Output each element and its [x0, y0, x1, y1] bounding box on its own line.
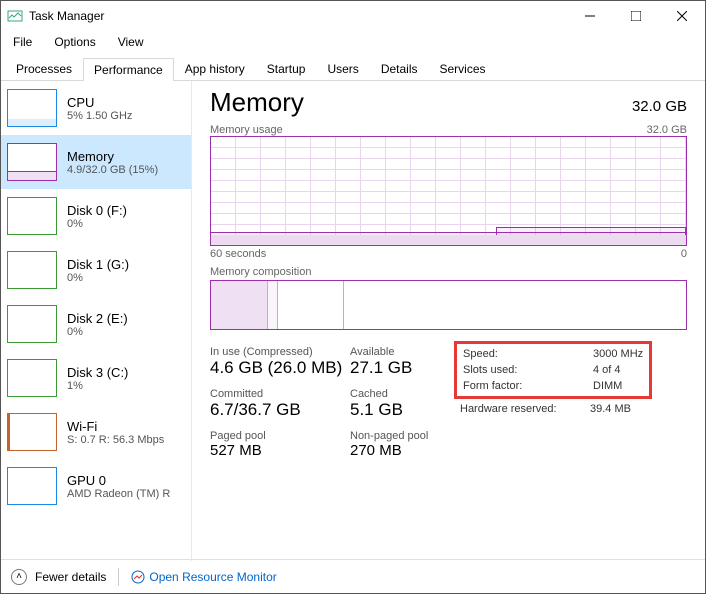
committed-label: Committed [210, 388, 350, 400]
separator [118, 568, 119, 586]
sidebar[interactable]: CPU5% 1.50 GHz Memory4.9/32.0 GB (15%) D… [1, 81, 192, 561]
menubar: File Options View [1, 31, 705, 53]
axis-left: 60 seconds [210, 248, 266, 260]
axis-right: 0 [681, 248, 687, 260]
footer: ˄ Fewer details Open Resource Monitor [1, 559, 705, 593]
menu-options[interactable]: Options [50, 33, 99, 51]
available-label: Available [350, 346, 450, 358]
sidebar-sub: AMD Radeon (TM) R [67, 488, 170, 500]
sidebar-item-disk0[interactable]: Disk 0 (F:)0% [1, 189, 191, 243]
sidebar-sub: 0% [67, 272, 129, 284]
sidebar-label: Disk 1 (G:) [67, 257, 129, 272]
cached-value: 5.1 GB [350, 400, 450, 420]
memory-thumb-icon [7, 143, 57, 181]
sidebar-item-disk1[interactable]: Disk 1 (G:)0% [1, 243, 191, 297]
minimize-button[interactable] [567, 1, 613, 31]
app-icon [7, 8, 23, 24]
slots-value: 4 of 4 [593, 364, 621, 376]
titlebar: Task Manager [1, 1, 705, 31]
resmon-label: Open Resource Monitor [149, 570, 276, 584]
window-title: Task Manager [29, 9, 567, 23]
disk-thumb-icon [7, 305, 57, 343]
committed-value: 6.7/36.7 GB [210, 400, 350, 420]
nonpaged-label: Non-paged pool [350, 430, 450, 442]
menu-file[interactable]: File [9, 33, 36, 51]
sidebar-item-cpu[interactable]: CPU5% 1.50 GHz [1, 81, 191, 135]
menu-view[interactable]: View [114, 33, 148, 51]
sidebar-label: Memory [67, 149, 158, 164]
detail-pane: Memory 32.0 GB Memory usage 32.0 GB 60 s… [192, 81, 705, 561]
tab-startup[interactable]: Startup [256, 57, 317, 80]
highlight-box: Speed:3000 MHz Slots used:4 of 4 Form fa… [454, 341, 652, 399]
form-value: DIMM [593, 380, 622, 392]
sidebar-sub: S: 0.7 R: 56.3 Mbps [67, 434, 164, 446]
resmon-icon [131, 570, 145, 584]
usage-label: Memory usage [210, 124, 283, 136]
sidebar-sub: 0% [67, 326, 128, 338]
tab-details[interactable]: Details [370, 57, 429, 80]
disk-thumb-icon [7, 197, 57, 235]
sidebar-item-wifi[interactable]: Wi-FiS: 0.7 R: 56.3 Mbps [1, 405, 191, 459]
detail-title: Memory [210, 87, 304, 118]
paged-label: Paged pool [210, 430, 350, 442]
sidebar-sub: 0% [67, 218, 127, 230]
memory-specs: Speed:3000 MHz Slots used:4 of 4 Form fa… [460, 346, 646, 459]
fewer-details-button[interactable]: Fewer details [35, 570, 106, 584]
detail-total: 32.0 GB [632, 98, 687, 115]
available-value: 27.1 GB [350, 358, 450, 378]
gpu-thumb-icon [7, 467, 57, 505]
usage-max: 32.0 GB [647, 124, 687, 136]
sidebar-label: Wi-Fi [67, 419, 164, 434]
sidebar-label: CPU [67, 95, 132, 110]
nonpaged-value: 270 MB [350, 442, 450, 459]
sidebar-label: Disk 2 (E:) [67, 311, 128, 326]
in-use-label: In use (Compressed) [210, 346, 350, 358]
sidebar-label: GPU 0 [67, 473, 170, 488]
open-resource-monitor-link[interactable]: Open Resource Monitor [131, 570, 276, 584]
wifi-thumb-icon [7, 413, 57, 451]
close-button[interactable] [659, 1, 705, 31]
maximize-button[interactable] [613, 1, 659, 31]
disk-thumb-icon [7, 251, 57, 289]
sidebar-item-disk3[interactable]: Disk 3 (C:)1% [1, 351, 191, 405]
sidebar-sub: 5% 1.50 GHz [67, 110, 132, 122]
composition-label: Memory composition [210, 266, 687, 278]
memory-composition-chart[interactable] [210, 280, 687, 330]
speed-key: Speed: [463, 348, 593, 360]
cpu-thumb-icon [7, 89, 57, 127]
tab-users[interactable]: Users [316, 57, 369, 80]
slots-key: Slots used: [463, 364, 593, 376]
tab-app-history[interactable]: App history [174, 57, 256, 80]
sidebar-sub: 4.9/32.0 GB (15%) [67, 164, 158, 176]
memory-usage-chart[interactable] [210, 136, 687, 246]
tab-strip: Processes Performance App history Startu… [1, 53, 705, 81]
sidebar-item-gpu0[interactable]: GPU 0AMD Radeon (TM) R [1, 459, 191, 513]
speed-value: 3000 MHz [593, 348, 643, 360]
tab-performance[interactable]: Performance [83, 58, 174, 81]
chevron-up-icon[interactable]: ˄ [11, 569, 27, 585]
sidebar-item-disk2[interactable]: Disk 2 (E:)0% [1, 297, 191, 351]
hw-reserved-value: 39.4 MB [590, 403, 631, 415]
sidebar-label: Disk 3 (C:) [67, 365, 128, 380]
sidebar-sub: 1% [67, 380, 128, 392]
in-use-value: 4.6 GB (26.0 MB) [210, 358, 350, 378]
form-key: Form factor: [463, 380, 593, 392]
sidebar-label: Disk 0 (F:) [67, 203, 127, 218]
disk-thumb-icon [7, 359, 57, 397]
hw-reserved-key: Hardware reserved: [460, 403, 590, 415]
paged-value: 527 MB [210, 442, 350, 459]
tab-services[interactable]: Services [429, 57, 497, 80]
tab-processes[interactable]: Processes [5, 57, 83, 80]
sidebar-item-memory[interactable]: Memory4.9/32.0 GB (15%) [1, 135, 191, 189]
cached-label: Cached [350, 388, 450, 400]
